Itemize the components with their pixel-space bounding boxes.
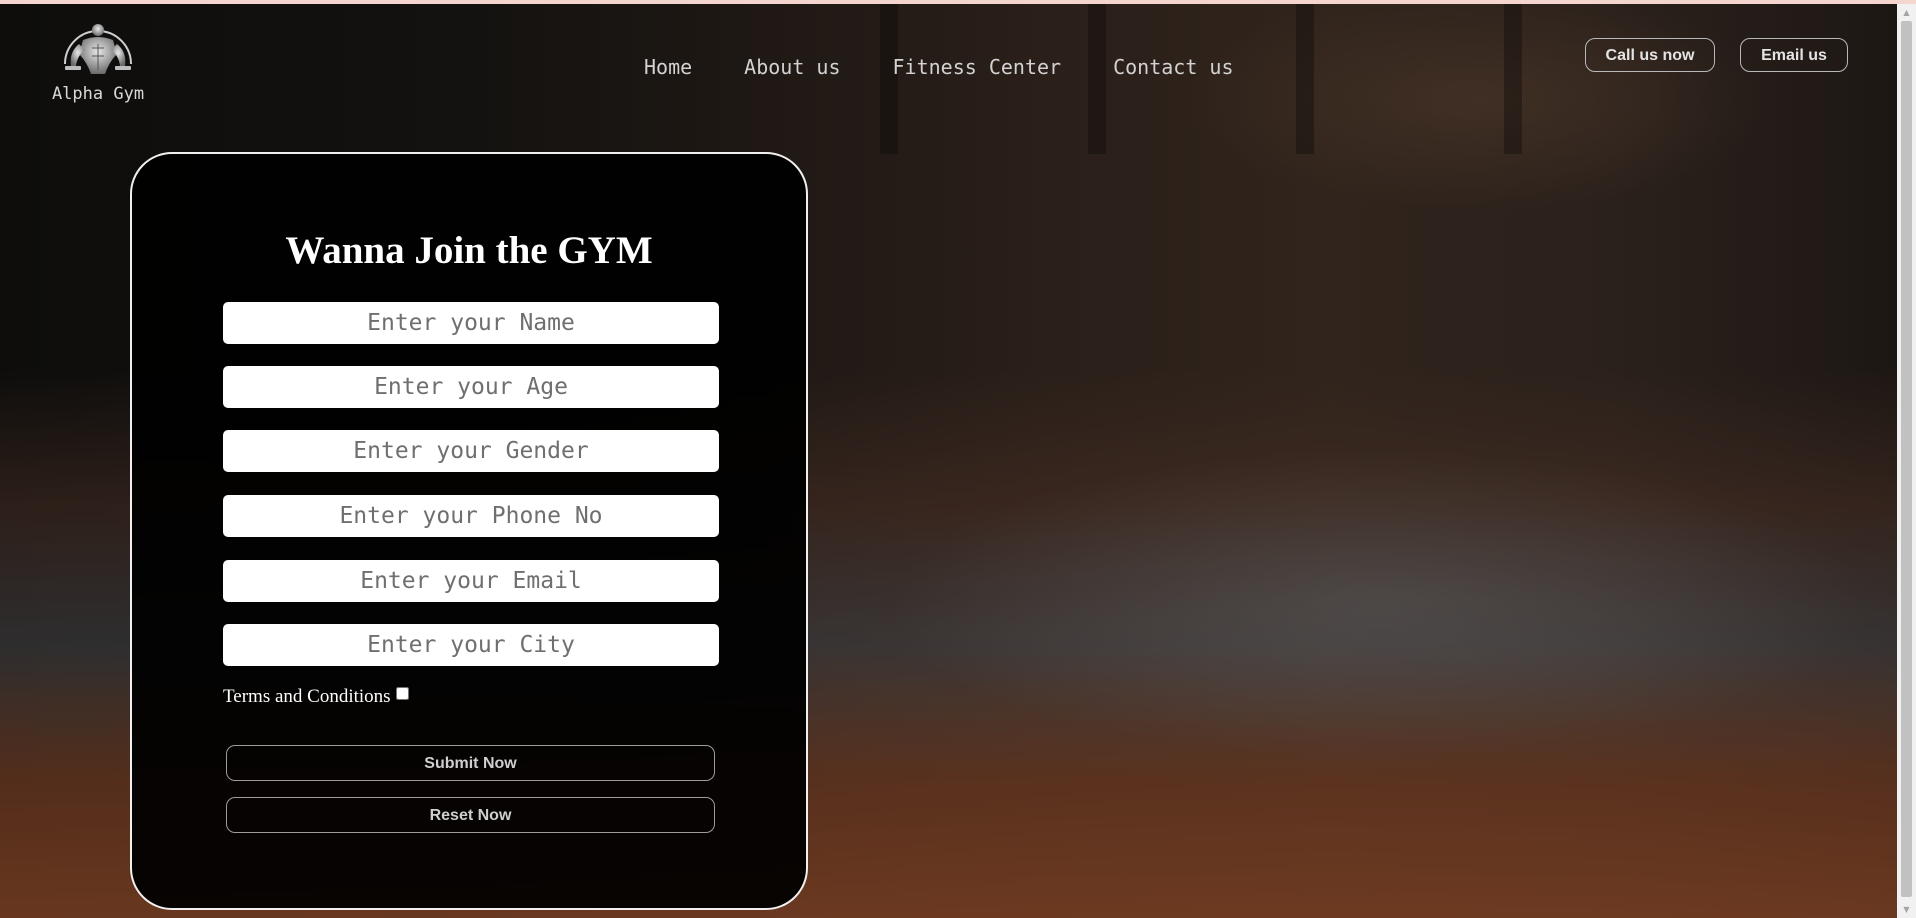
submit-button[interactable]: Submit Now [226, 745, 715, 781]
page-scrollbar[interactable]: ▲ ▼ [1897, 4, 1916, 918]
gender-input[interactable] [223, 430, 719, 472]
brand-logo[interactable]: Alpha Gym [48, 18, 148, 104]
reset-button[interactable]: Reset Now [226, 797, 715, 833]
scroll-down-arrow-icon[interactable]: ▼ [1897, 901, 1916, 918]
scroll-up-arrow-icon[interactable]: ▲ [1897, 4, 1916, 21]
header-actions: Call us now Email us [1585, 38, 1848, 72]
nav-item-home[interactable]: Home [644, 55, 692, 79]
age-input[interactable] [223, 366, 719, 408]
join-form-card: Wanna Join the GYM Terms and Conditions … [130, 152, 808, 910]
top-accent-strip [0, 0, 1916, 4]
terms-label: Terms and Conditions [223, 686, 391, 707]
main-nav: Home About us Fitness Center Contact us [644, 55, 1286, 79]
brand-name: Alpha Gym [51, 84, 145, 104]
email-us-button[interactable]: Email us [1740, 38, 1848, 72]
nav-item-contact-us[interactable]: Contact us [1113, 55, 1233, 79]
phone-input[interactable] [223, 495, 719, 537]
terms-checkbox[interactable] [395, 686, 409, 700]
form-title: Wanna Join the GYM [285, 229, 653, 272]
call-us-button[interactable]: Call us now [1585, 38, 1715, 72]
muscle-man-icon [64, 24, 132, 74]
name-input[interactable] [223, 302, 719, 344]
city-input[interactable] [223, 624, 719, 666]
page: Alpha Gym Home About us Fitness Center C… [0, 0, 1916, 918]
terms-row: Terms and Conditions [223, 686, 409, 708]
email-input[interactable] [223, 560, 719, 602]
nav-item-fitness-center[interactable]: Fitness Center [893, 55, 1062, 79]
scrollbar-thumb[interactable] [1901, 21, 1912, 897]
nav-item-about-us[interactable]: About us [744, 55, 840, 79]
background-window-frames [690, 4, 1570, 154]
